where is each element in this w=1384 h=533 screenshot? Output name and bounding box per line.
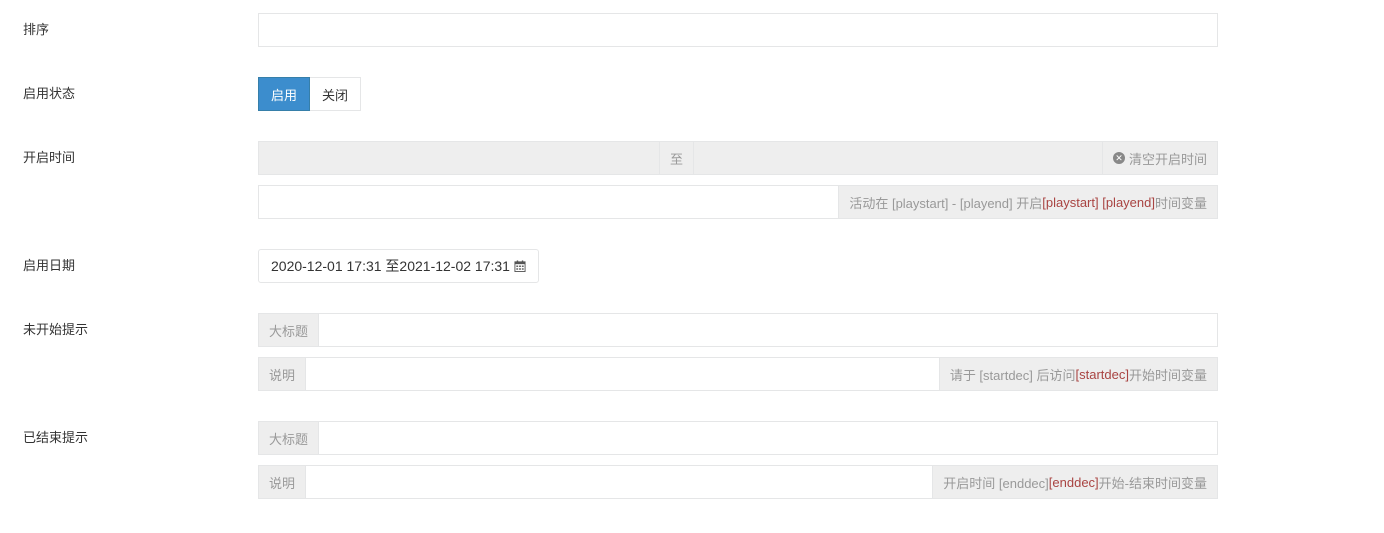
notstart-title-addon: 大标题 — [259, 314, 320, 346]
status-label: 启用状态 — [23, 86, 76, 101]
ended-desc-hint: 开启时间 [enddec] [enddec] 开始-结束时间变量 — [932, 466, 1217, 498]
ended-hint-suffix: 开始-结束时间变量 — [1098, 475, 1207, 491]
notstart-hint-prefix: 请于 [startdec] 后访问 — [949, 367, 1076, 383]
ended-title-input[interactable] — [319, 422, 1217, 454]
notstart-desc-hint: 请于 [startdec] 后访问 [startdec] 开始时间变量 — [938, 358, 1217, 390]
status-on-button[interactable]: 启用 — [258, 77, 311, 111]
notstart-desc-row: 说明 请于 [startdec] 后访问 [startdec] 开始时间变量 — [258, 357, 1218, 391]
ended-desc-row: 说明 开启时间 [enddec] [enddec] 开始-结束时间变量 — [258, 465, 1218, 499]
time-hint-prefix: 活动在 [playstart] - [playend] 开启 — [849, 195, 1043, 211]
time-start-input[interactable] — [259, 142, 659, 174]
ended-hint-prefix: 开启时间 [enddec] — [943, 475, 1049, 491]
calendar-icon — [514, 260, 526, 272]
notstart-label: 未开始提示 — [23, 322, 89, 337]
time-clear-button[interactable]: ✕ 清空开启时间 — [1101, 142, 1217, 174]
time-clear-label: 清空开启时间 — [1128, 151, 1207, 167]
notstart-title-input[interactable] — [319, 314, 1217, 346]
status-off-button[interactable]: 关闭 — [310, 77, 362, 111]
notstart-title-row: 大标题 — [258, 313, 1218, 347]
date-range-value: 2020-12-01 17:31 至2021-12-02 17:31 — [271, 258, 510, 274]
time-range-row: 至 ✕ 清空开启时间 — [258, 141, 1218, 175]
ended-title-addon: 大标题 — [259, 422, 320, 454]
notstart-desc-input[interactable] — [306, 358, 939, 390]
time-end-input[interactable] — [693, 142, 1102, 174]
time-template-hint: 活动在 [playstart] - [playend] 开启 [playstar… — [838, 186, 1217, 218]
notstart-hint-suffix: 开始时间变量 — [1128, 367, 1207, 383]
notstart-hint-var: [startdec] — [1075, 366, 1129, 382]
sort-input[interactable] — [258, 13, 1218, 47]
date-label: 启用日期 — [23, 258, 76, 273]
time-hint-var: [playstart] [playend] — [1042, 194, 1155, 210]
time-hint-suffix: 时间变量 — [1154, 195, 1207, 211]
time-to-addon: 至 — [659, 142, 694, 174]
time-template-row: 活动在 [playstart] - [playend] 开启 [playstar… — [258, 185, 1218, 219]
notstart-desc-addon: 说明 — [259, 358, 307, 390]
sort-label: 排序 — [23, 22, 50, 37]
time-label: 开启时间 — [23, 150, 76, 165]
ended-hint-var: [enddec] — [1048, 474, 1099, 490]
ended-title-row: 大标题 — [258, 421, 1218, 455]
times-circle-icon: ✕ — [1112, 152, 1125, 164]
date-range-picker[interactable]: 2020-12-01 17:31 至2021-12-02 17:31 — [258, 249, 539, 283]
time-template-input[interactable] — [259, 186, 839, 218]
ended-desc-input[interactable] — [306, 466, 933, 498]
ended-label: 已结束提示 — [23, 430, 89, 445]
status-toggle-group: 启用 关闭 — [258, 77, 362, 111]
ended-desc-addon: 说明 — [259, 466, 307, 498]
